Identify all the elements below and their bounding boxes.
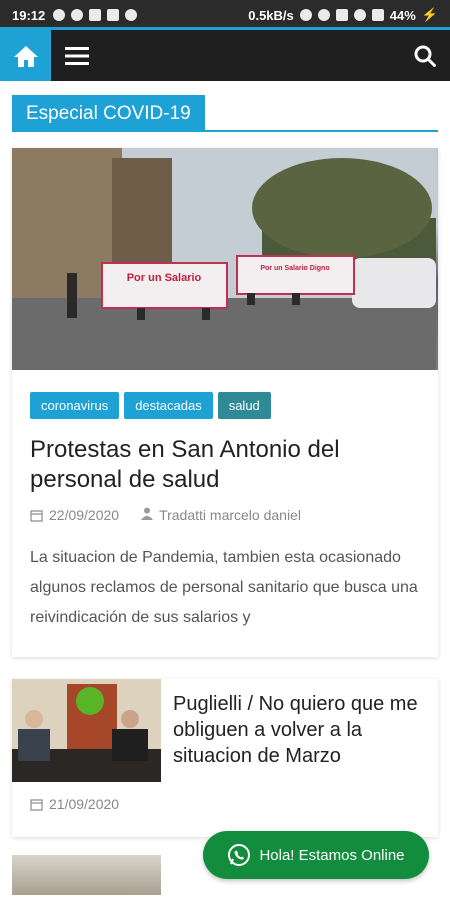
notification-icon: [71, 9, 84, 21]
banner-right-text: Por un Salario Digno: [260, 265, 329, 272]
notification-icon: [53, 9, 66, 21]
whatsapp-icon: [228, 844, 251, 866]
dnd-icon: [299, 9, 312, 21]
top-navbar: [0, 30, 450, 81]
calendar-icon: [30, 509, 43, 522]
menu-button[interactable]: [51, 30, 102, 81]
list-item-meta: 21/09/2020: [12, 782, 438, 812]
list-item-thumbnail[interactable]: [12, 679, 161, 782]
calendar-icon: [30, 798, 43, 811]
search-button[interactable]: [399, 30, 450, 81]
list-item[interactable]: Puglielli / No quiero que me obliguen a …: [12, 679, 438, 837]
search-icon: [414, 45, 436, 67]
status-time: 19:12: [12, 7, 46, 23]
battery-icon: [371, 9, 384, 21]
status-bar: 19:12 0.5kB/s 44% ⚡: [0, 0, 450, 30]
whatsapp-chat-button[interactable]: Hola! Estamos Online: [203, 831, 429, 879]
chart-icon: [107, 9, 120, 21]
notification-icons: [53, 9, 138, 21]
messenger-icon: [125, 9, 138, 21]
list-item-title[interactable]: Puglielli / No quiero que me obliguen a …: [161, 679, 438, 782]
meeting-photo: [12, 679, 161, 782]
home-button[interactable]: [0, 30, 51, 81]
featured-body: coronavirus destacadas salud Protestas e…: [12, 370, 438, 657]
featured-meta: 22/09/2020 Tradatti marcelo daniel: [30, 507, 420, 523]
post-date[interactable]: 22/09/2020: [49, 507, 119, 523]
banner-left-text: Por un Salario: [127, 272, 202, 284]
network-speed: 0.5kB/s: [248, 7, 294, 23]
alarm-icon: [317, 9, 330, 21]
tag-list: coronavirus destacadas salud: [30, 392, 420, 419]
section-title: Especial COVID-19: [12, 95, 205, 132]
status-right: 0.5kB/s 44% ⚡: [248, 7, 438, 23]
tag-coronavirus[interactable]: coronavirus: [30, 392, 120, 419]
protest-photo: Por un Salario Por un Salario Digno: [12, 148, 436, 370]
section-header: Especial COVID-19: [12, 81, 438, 132]
wifi-icon: [353, 9, 366, 21]
battery-level: 44%: [389, 7, 416, 23]
notification-icon: [89, 9, 102, 21]
post-author[interactable]: Tradatti marcelo daniel: [159, 507, 301, 523]
tag-salud[interactable]: salud: [217, 392, 271, 419]
tag-destacadas[interactable]: destacadas: [124, 392, 213, 419]
featured-image[interactable]: Por un Salario Por un Salario Digno: [12, 148, 438, 370]
main-content[interactable]: Especial COVID-19 Por un Salario Por un …: [0, 81, 450, 900]
whatsapp-label: Hola! Estamos Online: [259, 846, 405, 864]
hamburger-icon: [64, 46, 89, 65]
author-icon: [141, 507, 154, 523]
featured-title[interactable]: Protestas en San Antonio del personal de…: [30, 435, 420, 495]
charging-icon: ⚡: [421, 7, 438, 22]
home-icon: [13, 45, 38, 67]
featured-post[interactable]: Por un Salario Por un Salario Digno coro…: [12, 148, 438, 657]
list-item-thumbnail[interactable]: [12, 855, 161, 895]
signal-icon: [335, 9, 348, 21]
featured-excerpt: La situacion de Pandemia, tambien esta o…: [30, 549, 418, 626]
list-item-date[interactable]: 21/09/2020: [49, 796, 119, 812]
